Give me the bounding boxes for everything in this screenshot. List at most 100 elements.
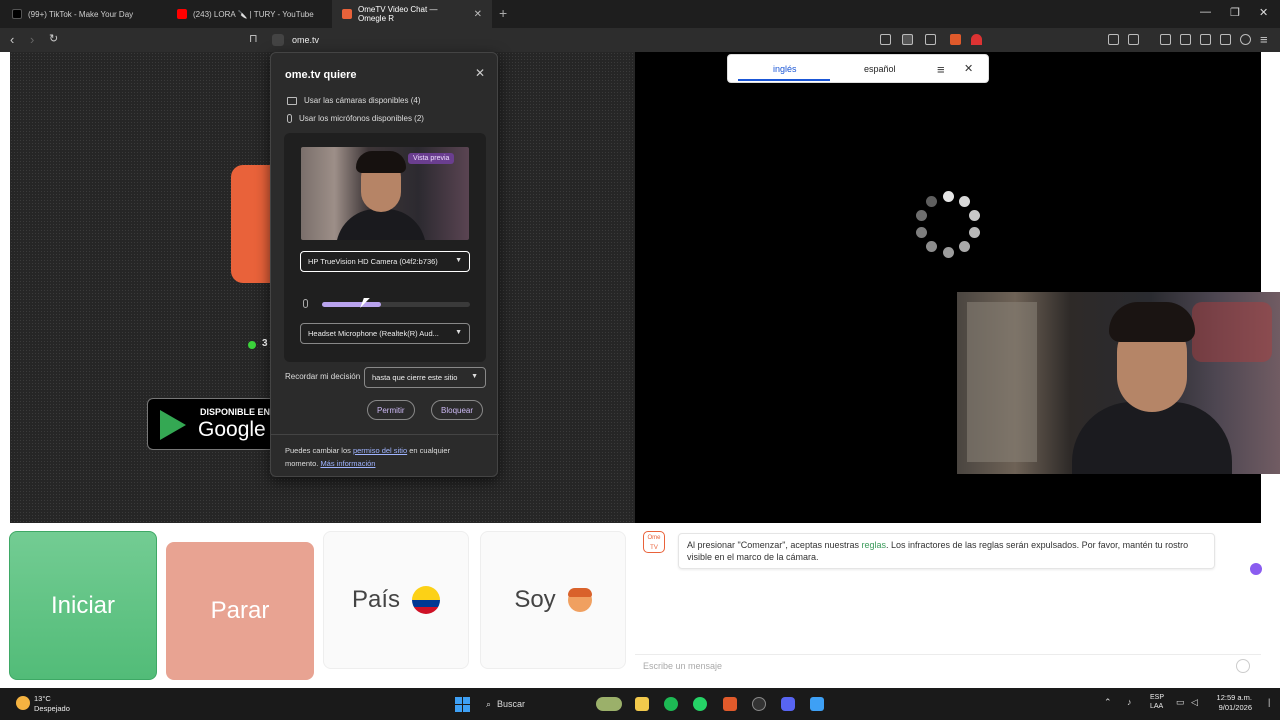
online-indicator-icon bbox=[248, 341, 256, 349]
reload-icon[interactable]: ↻ bbox=[49, 32, 58, 45]
more-info-link[interactable]: Más información bbox=[320, 459, 375, 468]
message-input[interactable]: Escribe un mensaje bbox=[635, 654, 1261, 677]
tab-youtube[interactable]: (243) LORA 🔪 | TURY - YouTube bbox=[167, 0, 332, 28]
spinner-dot bbox=[969, 209, 981, 221]
lang-line1: ESP bbox=[1150, 694, 1165, 701]
lang-from-tab[interactable]: inglés bbox=[773, 64, 797, 74]
country-label: País bbox=[351, 586, 401, 613]
tab-tiktok[interactable]: (99+) TikTok - Make Your Day bbox=[2, 0, 167, 28]
tiktok-icon bbox=[12, 9, 22, 19]
chevron-down-icon: ▼ bbox=[471, 373, 478, 380]
floating-assistant-icon[interactable] bbox=[1250, 563, 1262, 575]
system-message: Al presionar "Comenzar", aceptas nuestra… bbox=[678, 533, 1215, 569]
weather-condition: Despejado bbox=[34, 704, 70, 713]
language-indicator[interactable]: ESP LAA bbox=[1150, 693, 1164, 711]
ometv-icon bbox=[342, 9, 352, 19]
steam-icon[interactable] bbox=[752, 697, 766, 711]
country-button[interactable]: País bbox=[323, 531, 469, 669]
notepad-icon[interactable] bbox=[810, 697, 824, 711]
start-button[interactable]: Iniciar bbox=[9, 531, 157, 680]
ometv-chat-logo: Ome TV bbox=[643, 531, 665, 553]
spinner-dot bbox=[942, 190, 954, 202]
microphone-select[interactable]: Headset Microphone (Realtek(R) Aud... ▼ bbox=[300, 323, 470, 344]
google-play-badge[interactable]: DISPONIBLE EN Google bbox=[147, 398, 282, 450]
close-tab-icon[interactable]: ✕ bbox=[474, 9, 482, 20]
camera-preview: Vista previa bbox=[301, 147, 469, 240]
brave-icon[interactable] bbox=[723, 697, 737, 711]
search-label: Buscar bbox=[497, 699, 526, 709]
search-icon: ⌕ bbox=[486, 698, 492, 709]
menu-icon[interactable]: ≡ bbox=[1260, 32, 1268, 47]
network-icon[interactable]: ▭ bbox=[1176, 697, 1185, 708]
taskbar-search[interactable]: ⌕ Buscar bbox=[480, 694, 584, 714]
vpn-icon[interactable] bbox=[1240, 34, 1251, 45]
camera-select[interactable]: HP TrueVision HD Camera (04f2:b736) ▼ bbox=[300, 251, 470, 272]
close-icon[interactable]: ✕ bbox=[475, 66, 485, 80]
new-tab-button[interactable]: + bbox=[499, 5, 507, 21]
microphone-icon bbox=[287, 114, 292, 123]
forward-icon[interactable]: › bbox=[30, 32, 34, 47]
badge-line1: DISPONIBLE EN bbox=[200, 407, 271, 417]
file-explorer-icon[interactable] bbox=[635, 697, 649, 711]
remember-label: Recordar mi decisión bbox=[285, 372, 361, 381]
windows-start-icon[interactable] bbox=[455, 697, 470, 712]
rules-link[interactable]: reglas bbox=[861, 540, 886, 550]
weather-widget[interactable]: 13°C Despejado bbox=[34, 694, 70, 714]
rewards-icon[interactable] bbox=[971, 34, 982, 45]
widget-icon[interactable] bbox=[596, 697, 622, 711]
discord-icon[interactable] bbox=[781, 697, 795, 711]
start-label: Iniciar bbox=[50, 591, 116, 619]
spinner-dot bbox=[942, 246, 954, 258]
translate-menu-icon[interactable]: ≡ bbox=[937, 62, 945, 77]
site-permission-link[interactable]: permiso del sitio bbox=[353, 446, 407, 455]
popup-title: ome.tv quiere bbox=[285, 69, 357, 81]
emoji-icon[interactable] bbox=[1236, 659, 1250, 673]
share-icon[interactable] bbox=[925, 34, 936, 45]
footer-text: Puedes cambiar los bbox=[285, 446, 353, 455]
volume-icon[interactable]: ◁ bbox=[1191, 697, 1198, 708]
chevron-up-icon[interactable]: ⌃ bbox=[1104, 697, 1112, 708]
camera-icon bbox=[287, 96, 297, 105]
screenshot-icon[interactable] bbox=[1128, 34, 1139, 45]
extensions-icon[interactable] bbox=[1108, 34, 1119, 45]
spotify-icon[interactable] bbox=[664, 697, 678, 711]
address-row: ‹ › ↻ ⊓ ome.tv ≡ bbox=[0, 28, 1280, 52]
close-window-icon[interactable]: ✕ bbox=[1259, 6, 1268, 19]
tab-ometv[interactable]: OmeTV Video Chat — Omegle R ✕ bbox=[332, 0, 492, 28]
notification-icon[interactable]: | bbox=[1268, 697, 1270, 707]
back-icon[interactable]: ‹ bbox=[10, 32, 14, 47]
allow-button[interactable]: Permitir bbox=[367, 400, 415, 420]
microphone-permission-text: Usar los micrófonos disponibles (2) bbox=[299, 114, 424, 123]
remember-select[interactable]: hasta que cierre este sitio ▼ bbox=[364, 367, 486, 388]
chevron-down-icon: ▼ bbox=[455, 329, 462, 336]
cast-icon[interactable] bbox=[880, 34, 891, 45]
microphone-icon[interactable]: ♪ bbox=[1127, 697, 1132, 707]
online-count: 3 bbox=[262, 338, 268, 349]
gender-button[interactable]: Soy bbox=[480, 531, 626, 669]
translate-icon[interactable] bbox=[902, 34, 913, 45]
sidebar-icon[interactable] bbox=[1180, 34, 1191, 45]
colombia-flag-icon bbox=[412, 586, 441, 614]
wallet-icon[interactable] bbox=[1200, 34, 1211, 45]
site-info-icon[interactable] bbox=[272, 34, 284, 46]
maximize-icon[interactable]: ❐ bbox=[1230, 6, 1240, 19]
microphone-icon bbox=[303, 299, 308, 308]
stop-button[interactable]: Parar bbox=[166, 542, 314, 680]
close-icon[interactable]: ✕ bbox=[964, 62, 973, 75]
url-text: ome.tv bbox=[292, 35, 320, 45]
block-button[interactable]: Bloquear bbox=[431, 400, 484, 420]
whatsapp-icon[interactable] bbox=[693, 697, 707, 711]
spinner-dot bbox=[926, 241, 938, 253]
taskbar: 13°C Despejado ⌕ Buscar ⌃ ♪ ESP LAA ▭ ◁ … bbox=[0, 688, 1280, 720]
bookmark-icon[interactable]: ⊓ bbox=[249, 32, 258, 45]
clock[interactable]: 12:59 a.m. 9/01/2026 bbox=[1206, 693, 1252, 713]
spinner-dot bbox=[958, 195, 970, 207]
minimize-icon[interactable]: — bbox=[1200, 6, 1211, 18]
stop-label: Parar bbox=[210, 597, 270, 624]
time: 12:59 a.m. bbox=[1216, 693, 1252, 702]
lang-to-tab[interactable]: español bbox=[864, 64, 896, 74]
leo-icon[interactable] bbox=[1220, 34, 1231, 45]
weather-icon bbox=[16, 696, 30, 710]
media-icon[interactable] bbox=[1160, 34, 1171, 45]
brave-shield-icon[interactable] bbox=[950, 34, 961, 45]
